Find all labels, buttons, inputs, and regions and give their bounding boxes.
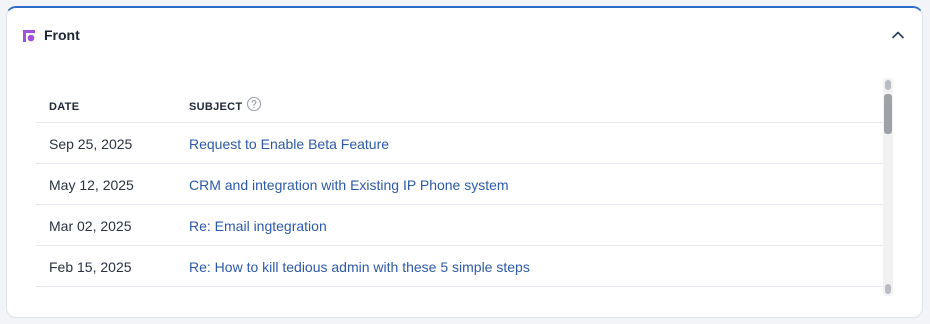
scroll-up-arrow[interactable] — [885, 80, 891, 90]
table-row[interactable]: Feb 15, 2025 Re: How to kill tedious adm… — [36, 246, 884, 287]
emails-table: DATE SUBJECT Sep 25, 2025 Request to Ena… — [36, 80, 884, 294]
table-scrollbar[interactable] — [883, 78, 893, 296]
row-date: Mar 02, 2025 — [49, 218, 132, 234]
help-circle-icon[interactable] — [246, 96, 262, 112]
scroll-down-arrow[interactable] — [885, 284, 891, 294]
panel-header[interactable]: Front — [7, 8, 922, 64]
table-row[interactable]: May 12, 2025 CRM and integration with Ex… — [36, 164, 884, 205]
front-logo-icon — [23, 29, 35, 42]
column-header-date: DATE — [49, 101, 80, 113]
column-header-subject: SUBJECT — [189, 101, 243, 113]
front-panel: Front DATE SUBJECT Sep 25, 2025 Request … — [6, 6, 923, 318]
row-subject-link[interactable]: CRM and integration with Existing IP Pho… — [189, 177, 509, 193]
row-subject-link[interactable]: Re: How to kill tedious admin with these… — [189, 259, 530, 275]
row-date: Feb 15, 2025 — [49, 259, 132, 275]
table-row[interactable]: Sep 25, 2025 Request to Enable Beta Feat… — [36, 123, 884, 164]
row-date: Sep 25, 2025 — [49, 136, 133, 152]
table-header-row: DATE SUBJECT — [36, 80, 884, 123]
row-date: May 12, 2025 — [49, 177, 134, 193]
scrollbar-thumb[interactable] — [884, 94, 892, 134]
chevron-up-icon[interactable] — [888, 25, 908, 45]
panel-title: Front — [44, 27, 80, 43]
row-subject-link[interactable]: Re: Email ingtegration — [189, 218, 327, 234]
row-subject-link[interactable]: Request to Enable Beta Feature — [189, 136, 389, 152]
table-row[interactable]: Mar 02, 2025 Re: Email ingtegration — [36, 205, 884, 246]
